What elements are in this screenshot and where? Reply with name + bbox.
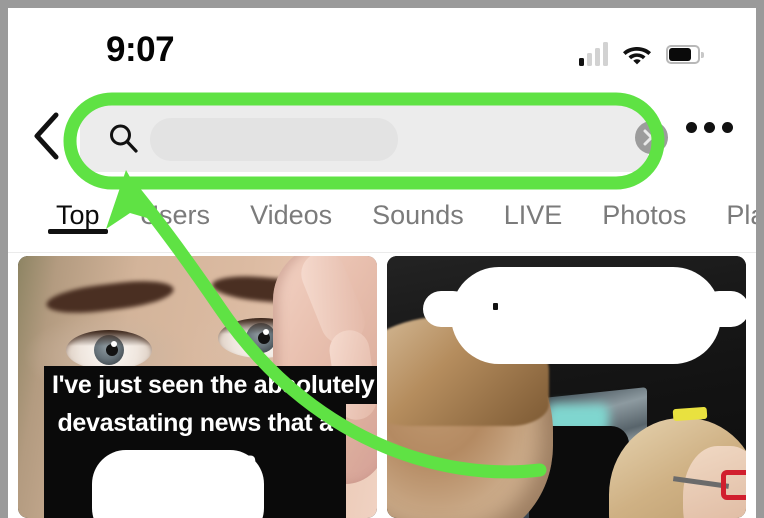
caption-line-1: I've just seen the absolutely <box>44 366 377 404</box>
right-card-redaction-blob <box>423 267 746 364</box>
tab-sounds[interactable]: Sounds <box>352 194 484 236</box>
more-dot-3 <box>722 122 733 133</box>
search-query-redaction <box>150 118 398 161</box>
more-dot-2 <box>704 122 715 133</box>
tab-users[interactable]: Users <box>120 194 231 236</box>
search-results-tabs[interactable]: Top Users Videos Sounds LIVE Photos Pl <box>8 194 756 253</box>
back-chevron-icon[interactable] <box>30 110 64 162</box>
tab-live-label: LIVE <box>503 200 563 230</box>
clear-x-icon <box>643 129 660 146</box>
tab-list: Top Users Videos Sounds LIVE Photos Pl <box>8 194 756 252</box>
clear-search-button[interactable] <box>635 121 668 154</box>
search-results-grid: I've just seen the absolutely devastatin… <box>8 256 756 518</box>
more-dot-1 <box>686 122 697 133</box>
video-result-left[interactable]: I've just seen the absolutely devastatin… <box>18 256 377 518</box>
tab-videos[interactable]: Videos <box>230 194 352 236</box>
search-bar-row <box>8 94 756 180</box>
tab-users-label: Users <box>139 200 211 230</box>
tab-top-label: Top <box>56 200 100 230</box>
cellular-signal-icon <box>579 42 608 66</box>
tab-videos-label: Videos <box>250 200 333 230</box>
more-options-button[interactable] <box>686 122 733 133</box>
screenshot-frame: 9:07 Top Users Videos Sounds LIVE Photos… <box>0 0 764 518</box>
search-icon <box>110 124 138 153</box>
tab-places[interactable]: Plac <box>706 194 756 236</box>
status-bar-clock: 9:07 <box>106 30 175 69</box>
search-input[interactable] <box>80 104 668 172</box>
tab-sounds-label: Sounds <box>372 200 464 230</box>
phone-screen: 9:07 Top Users Videos Sounds LIVE Photos… <box>8 8 756 518</box>
tab-places-label: Plac <box>726 200 756 230</box>
status-bar: 9:07 <box>8 8 756 86</box>
wifi-icon <box>623 47 651 65</box>
status-bar-icons <box>579 34 704 66</box>
tab-photos[interactable]: Photos <box>582 194 706 236</box>
caption-line-2: devastating news that a <box>44 404 346 442</box>
battery-icon <box>666 45 704 66</box>
left-card-redaction-blob <box>92 450 264 518</box>
video-result-right[interactable] <box>387 256 746 518</box>
tab-photos-label: Photos <box>602 200 687 230</box>
eyeglasses-icon <box>672 470 746 500</box>
tab-top[interactable]: Top <box>36 194 120 236</box>
tab-live[interactable]: LIVE <box>484 194 583 236</box>
tab-active-underline <box>48 229 108 234</box>
